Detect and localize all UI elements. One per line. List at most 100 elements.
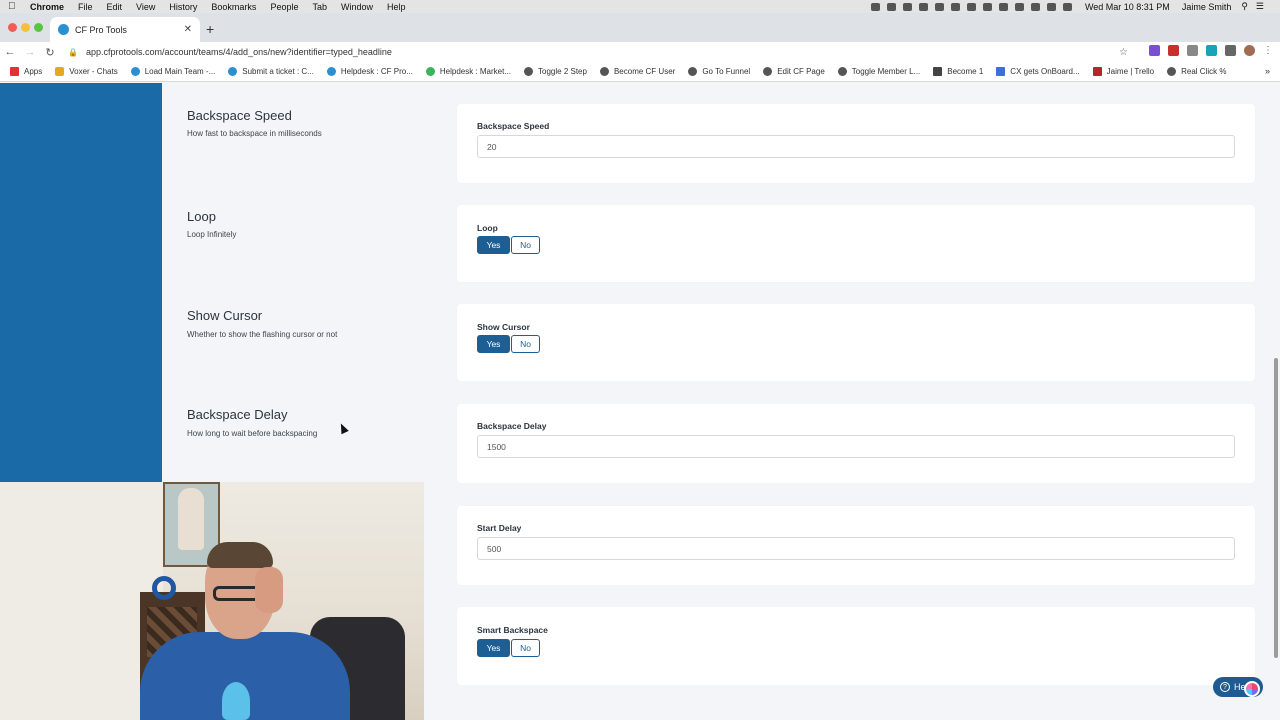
- menu-help[interactable]: Help: [387, 2, 406, 12]
- presenter-hair: [207, 542, 273, 568]
- volume-icon[interactable]: [1062, 2, 1072, 11]
- bookmark-item[interactable]: Go To Funnel: [688, 67, 750, 76]
- address-bar-url[interactable]: app.cfprotools.com/account/teams/4/add_o…: [86, 47, 392, 57]
- bookmark-item[interactable]: Voxer - Chats: [55, 67, 118, 76]
- new-tab-icon[interactable]: +: [206, 21, 214, 37]
- page-scrollbar[interactable]: [1272, 83, 1280, 720]
- app-tray-icon[interactable]: [934, 2, 944, 11]
- globe-icon: [688, 67, 698, 76]
- wifi-icon[interactable]: [1030, 2, 1040, 11]
- loop-no-button[interactable]: No: [511, 236, 540, 254]
- browser-tab-active[interactable]: CF Pro Tools ✕: [50, 17, 200, 42]
- window-zoom-button[interactable]: [34, 23, 43, 32]
- bookmark-label: Become 1: [947, 67, 984, 76]
- section-title-backspace-delay: Backspace Delay: [187, 407, 288, 422]
- bookmark-item[interactable]: Edit CF Page: [763, 67, 825, 76]
- toggle-show-cursor: Yes No: [477, 335, 540, 353]
- trello-icon: [1092, 67, 1102, 76]
- window-minimize-button[interactable]: [21, 23, 30, 32]
- bookmark-item[interactable]: Submit a ticket : C...: [228, 67, 314, 76]
- bookmark-item[interactable]: Become 1: [933, 67, 983, 76]
- menu-bar-user[interactable]: Jaime Smith: [1182, 2, 1232, 12]
- profile-avatar[interactable]: [1244, 45, 1255, 56]
- extension-icon[interactable]: [1187, 45, 1198, 56]
- app-tray-icon[interactable]: [902, 2, 912, 11]
- airplay-icon[interactable]: [1046, 2, 1056, 11]
- bookmark-apps[interactable]: Apps: [10, 67, 42, 76]
- bluetooth-icon[interactable]: [1014, 2, 1024, 11]
- loop-yes-button[interactable]: Yes: [477, 236, 510, 254]
- show-cursor-no-button[interactable]: No: [511, 335, 540, 353]
- section-title-backspace-speed: Backspace Speed: [187, 108, 292, 123]
- help-question-icon: ?: [1220, 682, 1230, 692]
- menu-people[interactable]: People: [270, 2, 298, 12]
- extension-icon[interactable]: [1168, 45, 1179, 56]
- puzzle-extensions-icon[interactable]: [1225, 45, 1236, 56]
- card-start-delay: Start Delay 500: [457, 506, 1255, 585]
- section-title-loop: Loop: [187, 209, 216, 224]
- bookmark-label: Become CF User: [613, 67, 676, 76]
- bookmark-item[interactable]: Toggle 2 Step: [524, 67, 587, 76]
- app-tray-icon[interactable]: [950, 2, 960, 11]
- menu-bookmarks[interactable]: Bookmarks: [211, 2, 256, 12]
- extension-icon[interactable]: [1149, 45, 1160, 56]
- bookmark-item[interactable]: Helpdesk : Market...: [425, 67, 511, 76]
- address-bar[interactable]: 🔒 app.cfprotools.com/account/teams/4/add…: [68, 43, 1128, 61]
- tab-close-icon[interactable]: ✕: [184, 24, 192, 35]
- input-backspace-speed[interactable]: 20: [477, 135, 1235, 158]
- browser-tab-strip: CF Pro Tools ✕ +: [0, 13, 1280, 42]
- bookmark-item[interactable]: Become CF User: [599, 67, 676, 76]
- label-backspace-delay: Backspace Delay: [477, 421, 547, 431]
- reload-icon[interactable]: ↻: [40, 46, 60, 59]
- page-icon: [933, 67, 943, 76]
- bookmark-item[interactable]: Jaime | Trello: [1092, 67, 1154, 76]
- bookmark-item[interactable]: Load Main Team -...: [130, 67, 215, 76]
- menu-bar-status-area: Wed Mar 10 8:31 PM Jaime Smith ⚲ ☰: [870, 1, 1272, 12]
- input-backspace-delay[interactable]: 1500: [477, 435, 1235, 458]
- smart-backspace-yes-button[interactable]: Yes: [477, 639, 510, 657]
- menu-edit[interactable]: Edit: [107, 2, 123, 12]
- menu-file[interactable]: File: [78, 2, 93, 12]
- bookmark-item[interactable]: Toggle Member L...: [837, 67, 920, 76]
- bookmark-item[interactable]: CX gets OnBoard...: [996, 67, 1080, 76]
- card-backspace-delay: Backspace Delay 1500: [457, 404, 1255, 483]
- apple-icon[interactable]: : [8, 1, 20, 12]
- window-close-button[interactable]: [8, 23, 17, 32]
- lock-icon[interactable]: 🔒: [68, 48, 78, 57]
- scrollbar-thumb[interactable]: [1274, 358, 1278, 658]
- bookmark-item[interactable]: Real Click %: [1167, 67, 1226, 76]
- bookmarks-overflow-icon[interactable]: »: [1265, 66, 1270, 76]
- menu-window[interactable]: Window: [341, 2, 373, 12]
- menu-view[interactable]: View: [136, 2, 155, 12]
- section-title-show-cursor: Show Cursor: [187, 308, 263, 323]
- llama-figure: [178, 488, 204, 550]
- app-tray-icon[interactable]: [886, 2, 896, 11]
- bookmark-star-icon[interactable]: ☆: [1119, 47, 1128, 58]
- label-backspace-speed: Backspace Speed: [477, 121, 550, 131]
- app-tray-icon[interactable]: [982, 2, 992, 11]
- bookmark-item[interactable]: Helpdesk : CF Pro...: [326, 67, 413, 76]
- menu-bar-clock[interactable]: Wed Mar 10 8:31 PM: [1085, 2, 1170, 12]
- google-docs-icon: [996, 67, 1006, 76]
- wall-background: [0, 482, 163, 720]
- show-cursor-yes-button[interactable]: Yes: [477, 335, 510, 353]
- menu-tab[interactable]: Tab: [312, 2, 327, 12]
- card-loop: Loop Yes No: [457, 205, 1255, 282]
- forward-arrow-icon[interactable]: →: [20, 46, 40, 58]
- back-arrow-icon[interactable]: ←: [0, 46, 20, 58]
- clickup-badge-icon[interactable]: [1244, 681, 1260, 697]
- cloud-icon[interactable]: [966, 2, 976, 11]
- menu-history[interactable]: History: [169, 2, 197, 12]
- helpdesk-icon: [425, 67, 435, 76]
- clock-icon[interactable]: [998, 2, 1008, 11]
- dropbox-icon[interactable]: [918, 2, 928, 11]
- smart-backspace-no-button[interactable]: No: [511, 639, 540, 657]
- input-start-delay[interactable]: 500: [477, 537, 1235, 560]
- menu-app-name[interactable]: Chrome: [30, 2, 64, 12]
- extension-icon[interactable]: [1206, 45, 1217, 56]
- screen-record-icon[interactable]: [870, 2, 880, 11]
- chrome-menu-icon[interactable]: ⋮: [1263, 45, 1274, 56]
- control-center-icon[interactable]: ☰: [1256, 1, 1264, 12]
- browser-toolbar: ← → ↻ 🔒 app.cfprotools.com/account/teams…: [0, 42, 1280, 62]
- spotlight-icon[interactable]: ⚲: [1241, 1, 1248, 12]
